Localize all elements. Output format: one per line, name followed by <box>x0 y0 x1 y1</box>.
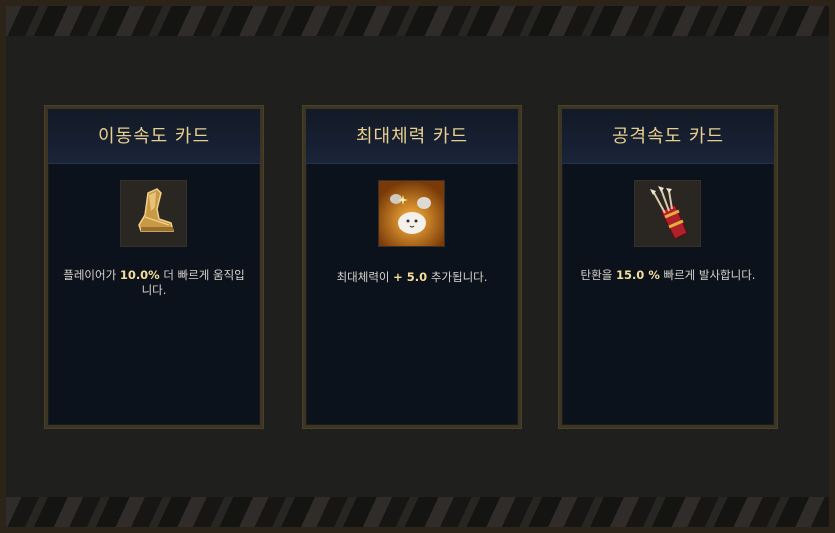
card-header: 이동속도 카드 <box>48 109 260 164</box>
card-header: 최대체력 카드 <box>306 109 518 164</box>
stat-value: 15.0 % <box>615 268 660 282</box>
card-max-health[interactable]: 최대체력 카드 최대체력이 + 5.0 추가됩니다. <box>302 105 522 429</box>
card-description: 최대체력이 + 5.0 추가됩니다. <box>336 270 488 284</box>
boot-icon <box>120 180 187 247</box>
card-title: 최대체력 카드 <box>355 126 469 147</box>
stat-value: 10.0% <box>119 268 160 282</box>
card-title: 이동속도 카드 <box>97 126 211 147</box>
card-header: 공격속도 카드 <box>562 109 774 164</box>
card-title: 공격속도 카드 <box>611 126 725 147</box>
card-attack-speed[interactable]: 공격속도 카드 탄환을 15.0 % 빠르게 발사합니다. <box>558 105 778 429</box>
card-description: 플레이어가 10.0% 더 빠르게 움직입니다. <box>63 268 245 297</box>
game-background: 이동속도 카드 플레이어가 10.0% 더 빠르게 움직입니다. 최대체력 카드 <box>0 0 835 533</box>
stat-value: + 5.0 <box>393 270 428 284</box>
top-decorative-band <box>6 6 829 36</box>
card-description: 탄환을 15.0 % 빠르게 발사합니다. <box>580 268 756 282</box>
card-move-speed[interactable]: 이동속도 카드 플레이어가 10.0% 더 빠르게 움직입니다. <box>44 105 264 429</box>
health-blob-icon <box>378 180 445 247</box>
quiver-icon <box>634 180 701 247</box>
bottom-decorative-band <box>6 497 829 527</box>
